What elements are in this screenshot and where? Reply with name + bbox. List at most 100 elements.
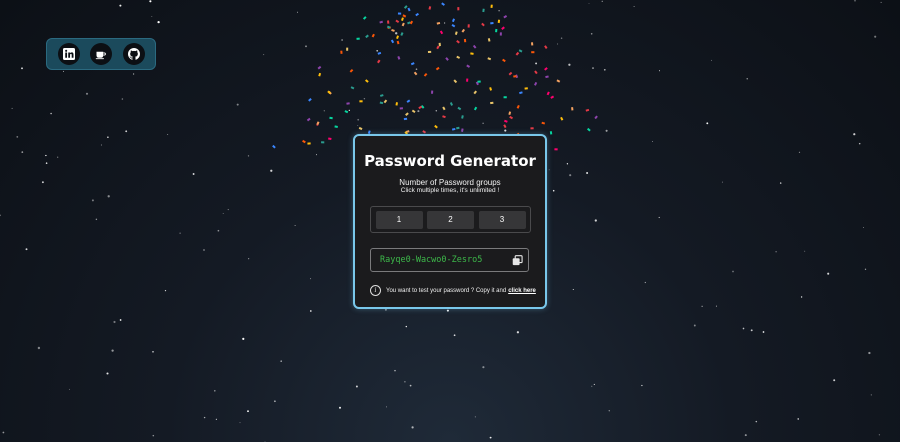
confetti-piece [482,8,485,13]
confetti-piece [318,72,322,77]
confetti-piece [513,75,517,78]
confetti-piece [442,106,446,111]
confetti-piece [470,52,474,55]
confetti-piece [350,86,355,90]
confetti-piece [442,115,446,119]
coffee-icon [95,51,106,60]
confetti-piece [457,106,462,111]
confetti-piece [571,107,574,111]
confetti-piece [473,90,477,95]
group-1-button[interactable]: 1 [375,210,423,229]
groups-hint: Click multiple times, it's unlimited ! [400,187,500,194]
confetti-piece [400,32,404,36]
confetti-piece [461,28,465,33]
confetti-piece [328,137,332,141]
confetti-piece [503,124,507,129]
confetti-piece [508,71,513,76]
confetti-piece [481,22,485,27]
confetti-piece [356,37,360,40]
confetti-piece [379,101,384,105]
confetti-piece [466,78,469,82]
coffee-button[interactable] [90,43,112,65]
confetti-piece [487,38,491,42]
confetti-piece [365,79,369,83]
confetti-piece [423,72,428,77]
confetti-piece [453,79,458,84]
group-buttons: 1 2 3 [370,206,531,233]
confetti-piece [530,127,534,130]
confetti-piece [454,31,458,35]
confetti-piece [560,116,564,121]
confetti-piece [503,15,508,19]
confetti-piece [449,102,454,106]
confetti-piece [509,115,513,120]
confetti-piece [461,115,464,119]
github-icon [127,48,140,60]
confetti-piece [457,7,460,11]
confetti-piece [272,144,276,149]
click-here-link[interactable]: click here [508,288,536,294]
confetti-piece [395,102,398,106]
confetti-piece [534,81,538,86]
confetti-piece [377,59,381,64]
confetti-piece [549,131,553,135]
confetti-piece [519,91,523,95]
confetti-piece [439,30,444,35]
confetti-piece [487,57,492,61]
group-3-button[interactable]: 3 [478,210,526,229]
confetti-piece [358,126,363,131]
confetti-piece [317,65,322,70]
confetti-piece [387,20,390,24]
confetti-piece [340,50,343,54]
confetti-piece [451,18,455,23]
confetti-piece [556,79,561,83]
confetti-piece [544,67,548,71]
confetti-piece [379,94,384,97]
confetti-piece [402,14,407,18]
confetti-piece [445,57,449,61]
confetti-piece [321,141,325,144]
confetti-piece [431,90,434,94]
confetti-piece [544,45,548,49]
confetti-piece [405,112,409,116]
confetti-piece [472,44,477,49]
confetti-piece [473,106,478,111]
confetti-piece [428,6,432,10]
confetti-piece [585,108,590,112]
confetti-piece [554,148,558,151]
confetti-piece [396,35,399,40]
confetti-piece [403,5,408,9]
confetti-piece [307,142,311,145]
confetti-piece [477,80,481,83]
confetti-piece [531,51,535,54]
confetti-piece [349,68,354,73]
copy-icon[interactable] [512,254,523,266]
github-button[interactable] [122,43,145,65]
confetti-piece [516,104,520,109]
confetti-piece [401,17,404,21]
confetti-piece [499,32,502,36]
confetti-piece [451,24,456,28]
confetti-piece [344,110,349,114]
group-2-button[interactable]: 2 [427,210,474,229]
confetti-piece [395,19,400,24]
confetti-piece [362,16,367,20]
confetti-piece [541,121,546,125]
confetti-piece [524,87,528,90]
confetti-piece [359,100,363,103]
linkedin-button[interactable] [57,43,80,65]
confetti-piece [586,127,591,132]
confetti-piece [302,139,306,144]
password-value: Rayqe0-Wacwo0-Zesro5 [380,255,483,265]
confetti-piece [550,95,555,99]
confetti-piece [594,115,598,120]
confetti-piece [407,7,411,12]
password-output[interactable]: Rayqe0-Wacwo0-Zesro5 [370,248,529,272]
confetti-piece [508,111,512,116]
confetti-piece [396,40,400,45]
confetti-piece [501,26,505,30]
confetti-piece [546,91,550,96]
confetti-piece [371,33,375,38]
confetti-piece [534,70,538,75]
confetti-piece [397,12,402,15]
